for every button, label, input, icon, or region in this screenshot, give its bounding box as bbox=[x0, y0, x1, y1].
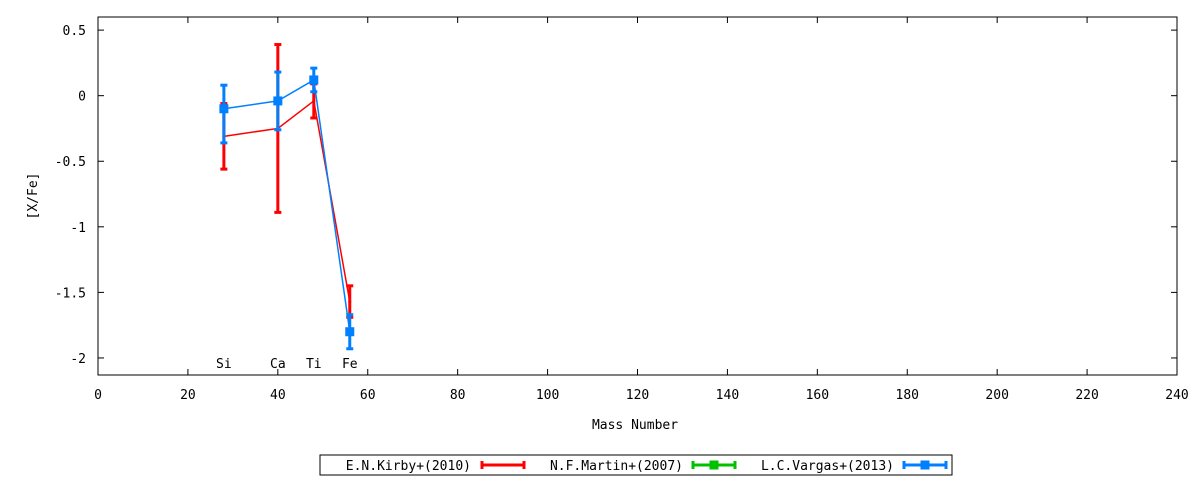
x-axis-label: Mass Number bbox=[592, 418, 678, 433]
x-tick-label: 240 bbox=[1165, 388, 1188, 403]
x-tick-label: 60 bbox=[360, 388, 376, 403]
x-tick-label: 40 bbox=[270, 388, 286, 403]
series-0 bbox=[220, 43, 354, 319]
data-point bbox=[345, 327, 355, 337]
x-tick-label: 140 bbox=[716, 388, 739, 403]
x-tick-label: 80 bbox=[450, 388, 466, 403]
chart: 0 20 40 60 80 100 120 140 160 180 200 220 240 0.5 0 -0.… bbox=[26, 16, 1189, 476]
x-tick-label: 120 bbox=[626, 388, 649, 403]
plot-frame bbox=[97, 16, 1178, 376]
data-point bbox=[309, 75, 319, 85]
element-label-ca: Ca bbox=[270, 357, 286, 372]
data-point bbox=[219, 104, 229, 114]
axes: 0 20 40 60 80 100 120 140 160 180 200 220 240 0.5 0 -0.… bbox=[55, 16, 1189, 403]
x-tick-label: 180 bbox=[896, 388, 919, 403]
x-tick-label: 20 bbox=[180, 388, 196, 403]
element-label-ti: Ti bbox=[306, 357, 322, 372]
legend-label: E.N.Kirby+(2010) bbox=[346, 459, 471, 474]
x-tick-label: 220 bbox=[1075, 388, 1098, 403]
x-tick-label: 0 bbox=[94, 388, 102, 403]
y-tick-label: -1 bbox=[70, 221, 86, 236]
y-tick-label: 0 bbox=[78, 90, 86, 105]
legend-label: L.C.Vargas+(2013) bbox=[761, 459, 894, 474]
element-label-si: Si bbox=[216, 357, 232, 372]
y-tick-label: 0.5 bbox=[63, 24, 86, 39]
series-line bbox=[223, 78, 351, 332]
y-axis-label: [X/Fe] bbox=[26, 173, 41, 220]
legend-label: N.F.Martin+(2007) bbox=[550, 459, 683, 474]
legend: E.N.Kirby+(2010) N.F.Martin+(2007) L.C.Var… bbox=[319, 454, 953, 476]
y-tick-label: -0.5 bbox=[55, 155, 86, 170]
y-tick-label: -2 bbox=[70, 352, 86, 367]
x-tick-label: 160 bbox=[806, 388, 829, 403]
legend-marker bbox=[709, 460, 719, 470]
element-labels: Si Ca Ti Fe bbox=[216, 357, 358, 372]
data-point bbox=[312, 99, 316, 103]
series-layer bbox=[219, 43, 355, 351]
y-tick-label: -1.5 bbox=[55, 286, 86, 301]
data-point bbox=[348, 300, 352, 304]
legend-marker bbox=[920, 460, 930, 470]
data-point bbox=[273, 96, 283, 106]
element-label-fe: Fe bbox=[342, 357, 358, 372]
x-tick-label: 200 bbox=[985, 388, 1008, 403]
x-tick-label: 100 bbox=[536, 388, 559, 403]
series-2 bbox=[219, 66, 355, 351]
